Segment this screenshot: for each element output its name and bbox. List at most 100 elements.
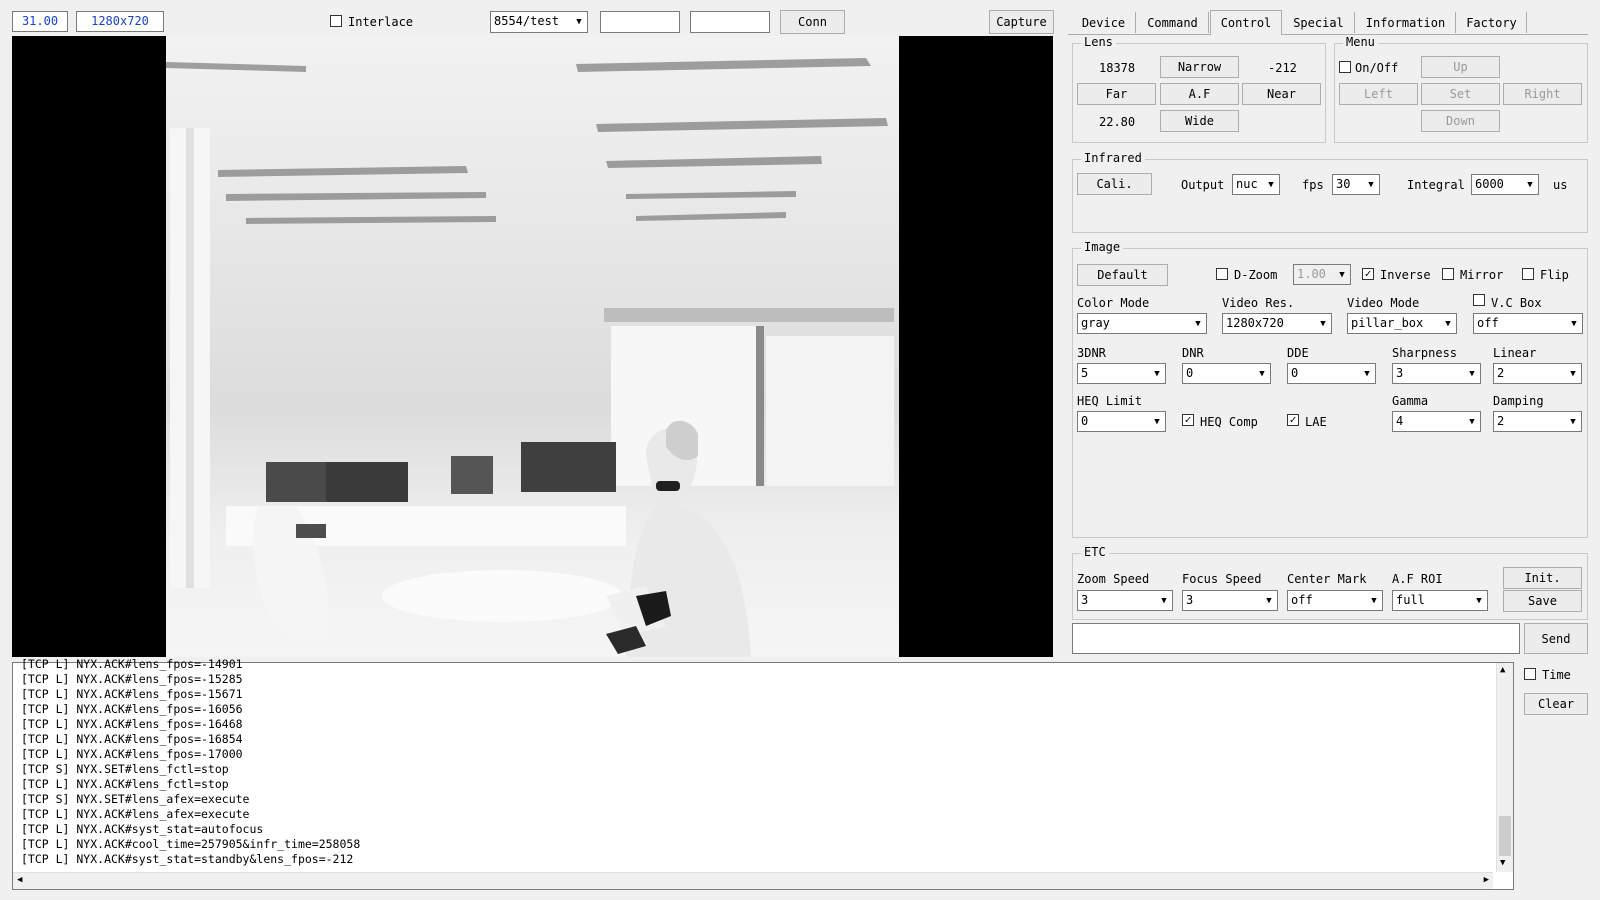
scroll-thumb[interactable] — [1499, 816, 1511, 856]
dzoom-label: D-Zoom — [1234, 268, 1278, 282]
menu-right-button[interactable]: Right — [1503, 83, 1582, 105]
focus-speed-label: Focus Speed — [1182, 572, 1262, 586]
menu-left-button[interactable]: Left — [1339, 83, 1418, 105]
focus-speed-select[interactable]: 3 ▼ — [1182, 590, 1278, 611]
chevron-down-icon: ▼ — [1259, 368, 1265, 379]
vc-box-checkbox[interactable] — [1473, 294, 1485, 306]
capture-button[interactable]: Capture — [989, 10, 1054, 34]
tab-device[interactable]: Device — [1072, 12, 1136, 33]
video-res-select[interactable]: 1280x720 ▼ — [1222, 313, 1332, 334]
vc-box-label: V.C Box — [1491, 296, 1542, 310]
log-horizontal-scrollbar[interactable]: ◀ ▶ — [13, 872, 1493, 889]
ir-fps-value: 30 — [1336, 177, 1351, 191]
linear-select[interactable]: 2 ▼ — [1493, 363, 1582, 384]
integral-select[interactable]: 6000 ▼ — [1471, 174, 1539, 195]
chevron-down-icon: ▼ — [576, 16, 582, 27]
log-line: [TCP L] NYX.ACK#lens_fpos=-16056 — [21, 702, 243, 716]
scroll-down-icon[interactable]: ▼ — [1500, 858, 1505, 868]
dzoom-select[interactable]: 1.00 ▼ — [1293, 264, 1351, 285]
log-line: [TCP L] NYX.ACK#lens_fpos=-16468 — [21, 717, 243, 731]
heq-comp-checkbox[interactable]: ✓ — [1182, 414, 1194, 426]
tab-control[interactable]: Control — [1210, 10, 1282, 35]
scroll-right-icon[interactable]: ▶ — [1484, 875, 1489, 885]
sharpness-select[interactable]: 3 ▼ — [1392, 363, 1481, 384]
clear-button[interactable]: Clear — [1524, 693, 1588, 715]
conn-button[interactable]: Conn — [780, 10, 845, 34]
send-button[interactable]: Send — [1524, 623, 1588, 654]
video-preview[interactable] — [12, 36, 1053, 657]
chevron-down-icon: ▼ — [1154, 368, 1160, 379]
menu-set-button[interactable]: Set — [1421, 83, 1500, 105]
flip-checkbox[interactable] — [1522, 268, 1534, 280]
integral-label: Integral — [1407, 178, 1465, 192]
etc-legend: ETC — [1081, 545, 1109, 559]
ir-fps-select[interactable]: 30 ▼ — [1332, 174, 1380, 195]
inverse-checkbox[interactable]: ✓ — [1362, 268, 1374, 280]
af-roi-select[interactable]: full ▼ — [1392, 590, 1488, 611]
stream-address-select[interactable]: 8554/test ▼ — [490, 11, 588, 33]
chevron-down-icon: ▼ — [1368, 179, 1374, 190]
time-checkbox[interactable] — [1524, 668, 1536, 680]
log-output[interactable]: [TCP L] NYX.ACK#lens_fpos=-14901 [TCP L] … — [12, 657, 1514, 890]
integral-value: 6000 — [1475, 177, 1504, 191]
center-mark-select[interactable]: off ▼ — [1287, 590, 1383, 611]
zoom-speed-select[interactable]: 3 ▼ — [1077, 590, 1173, 611]
narrow-button[interactable]: Narrow — [1160, 56, 1239, 78]
command-input[interactable] — [1072, 623, 1520, 654]
damping-select[interactable]: 2 ▼ — [1493, 411, 1582, 432]
lae-checkbox[interactable]: ✓ — [1287, 414, 1299, 426]
zoom-speed-label: Zoom Speed — [1077, 572, 1150, 586]
near-button[interactable]: Near — [1242, 83, 1321, 105]
mirror-checkbox[interactable] — [1442, 268, 1454, 280]
chevron-down-icon: ▼ — [1527, 179, 1533, 190]
video-mode-select[interactable]: pillar_box ▼ — [1347, 313, 1457, 334]
host-field-1[interactable] — [600, 11, 680, 33]
center-mark-label: Center Mark — [1287, 572, 1367, 586]
chevron-down-icon: ▼ — [1339, 269, 1345, 280]
tab-information[interactable]: Information — [1356, 12, 1456, 33]
damping-label: Damping — [1493, 394, 1544, 408]
vc-box-select[interactable]: off ▼ — [1473, 313, 1583, 334]
tab-factory[interactable]: Factory — [1457, 12, 1527, 33]
dde-value: 0 — [1291, 366, 1299, 380]
infrared-legend: Infrared — [1081, 151, 1145, 165]
af-button[interactable]: A.F — [1160, 83, 1239, 105]
scroll-left-icon[interactable]: ◀ — [17, 875, 22, 885]
af-roi-label: A.F ROI — [1392, 572, 1443, 586]
output-select[interactable]: nuc ▼ — [1232, 174, 1280, 195]
3dnr-select[interactable]: 5 ▼ — [1077, 363, 1166, 384]
lae-label: LAE — [1305, 415, 1327, 429]
menu-up-button[interactable]: Up — [1421, 56, 1500, 78]
menu-down-button[interactable]: Down — [1421, 110, 1500, 132]
video-mode-value: pillar_box — [1351, 316, 1424, 330]
wide-button[interactable]: Wide — [1160, 110, 1239, 132]
dzoom-checkbox[interactable] — [1216, 268, 1228, 280]
default-button[interactable]: Default — [1077, 264, 1168, 286]
dde-select[interactable]: 0 ▼ — [1287, 363, 1376, 384]
menu-onoff-checkbox[interactable] — [1339, 61, 1351, 73]
scroll-up-icon[interactable]: ▲ — [1500, 665, 1505, 675]
color-mode-value: gray — [1081, 316, 1110, 330]
log-vertical-scrollbar[interactable]: ▲ ▼ — [1496, 663, 1513, 872]
tab-command[interactable]: Command — [1137, 12, 1209, 33]
dnr-select[interactable]: 0 ▼ — [1182, 363, 1271, 384]
log-lines: [TCP L] NYX.ACK#lens_fpos=-14901 [TCP L] … — [13, 657, 1493, 867]
lens-legend: Lens — [1081, 35, 1116, 49]
linear-label: Linear — [1493, 346, 1537, 360]
gamma-select[interactable]: 4 ▼ — [1392, 411, 1481, 432]
init-button[interactable]: Init. — [1503, 567, 1582, 589]
chevron-down-icon: ▼ — [1445, 318, 1451, 329]
far-button[interactable]: Far — [1077, 83, 1156, 105]
stream-address-value: 8554/test — [494, 14, 560, 28]
host-field-2[interactable] — [690, 11, 770, 33]
heq-limit-select[interactable]: 0 ▼ — [1077, 411, 1166, 432]
calibration-button[interactable]: Cali. — [1077, 173, 1152, 195]
color-mode-select[interactable]: gray ▼ — [1077, 313, 1207, 334]
resolution-display: 1280x720 — [76, 11, 164, 32]
interlace-checkbox[interactable] — [330, 15, 342, 27]
dnr-value: 0 — [1186, 366, 1194, 380]
tab-special[interactable]: Special — [1283, 12, 1355, 33]
save-button[interactable]: Save — [1503, 590, 1582, 612]
log-line: [TCP S] NYX.SET#lens_afex=execute — [21, 792, 250, 806]
damping-value: 2 — [1497, 414, 1505, 428]
